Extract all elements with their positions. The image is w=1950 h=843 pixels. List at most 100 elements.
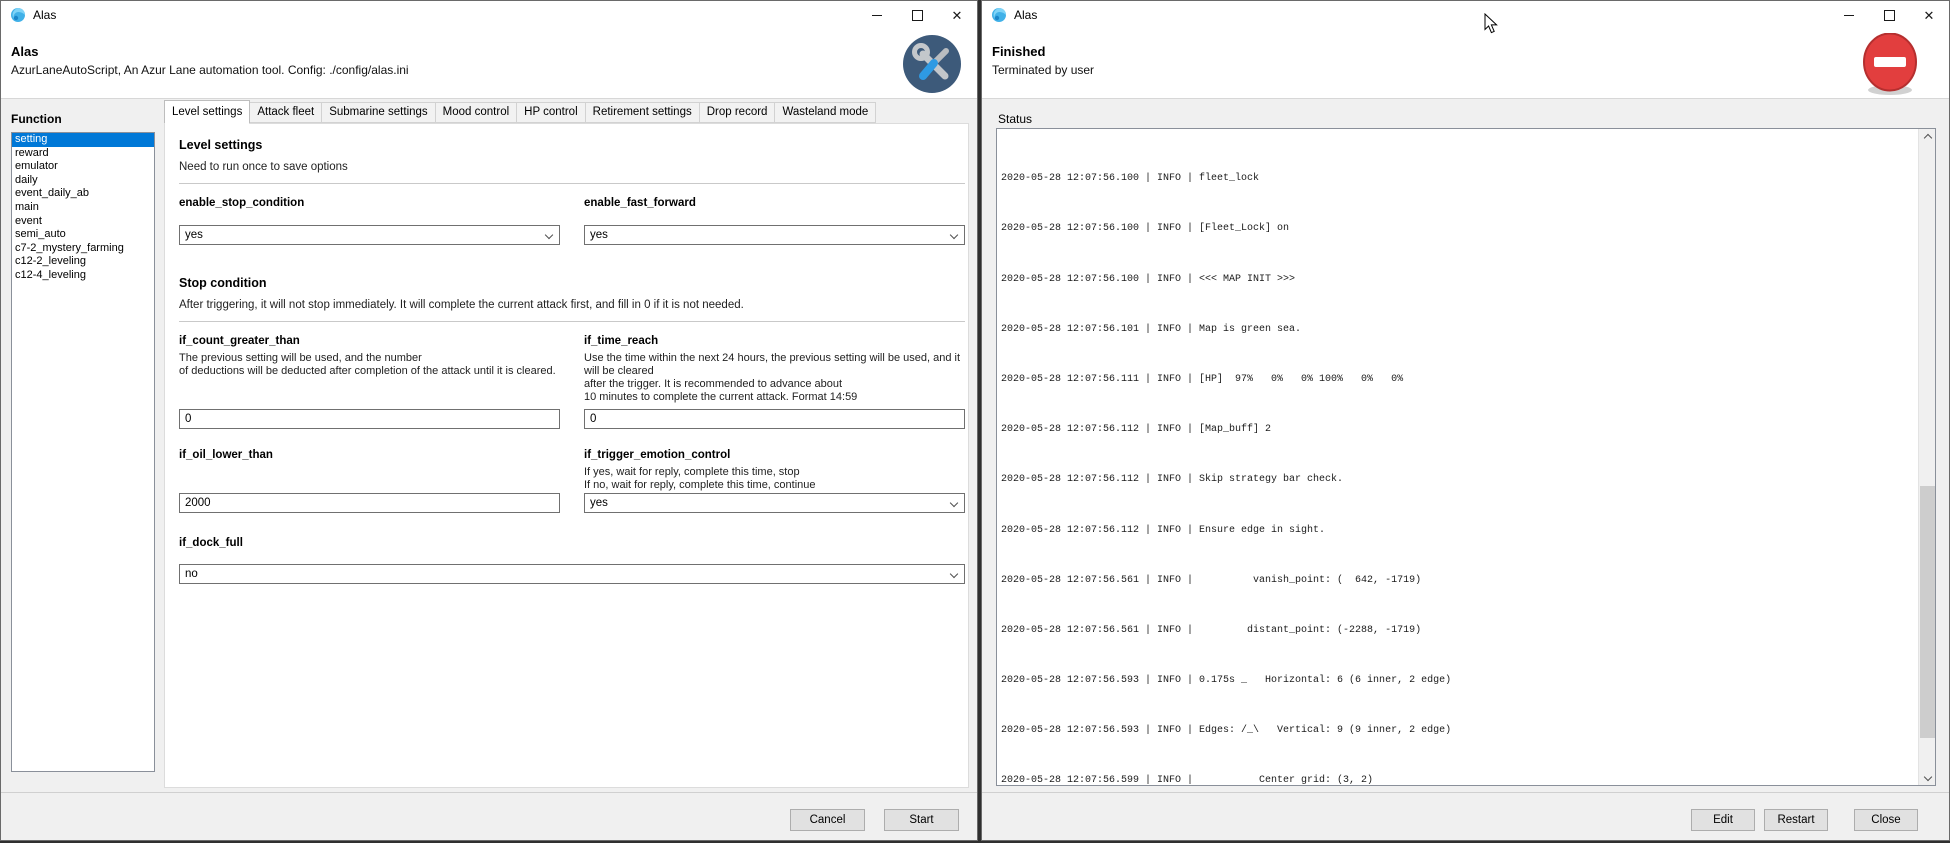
log-line: 2020-05-28 12:07:56.561 | INFO | distant… <box>1001 625 1499 638</box>
sidebar-item[interactable]: event <box>12 215 154 229</box>
chevron-down-icon <box>950 570 958 578</box>
desktop: { "left_window": { "title": "Alas", "hea… <box>0 0 1950 843</box>
sidebar-item[interactable]: c7-2_mystery_farming <box>12 242 154 256</box>
if-dock-full-value: no <box>185 568 198 580</box>
maximize-button[interactable] <box>1869 1 1909 29</box>
footer-separator <box>1 792 977 793</box>
tab[interactable]: Drop record <box>700 102 776 123</box>
sidebar-item[interactable]: c12-4_leveling <box>12 269 154 283</box>
titlebar[interactable]: Alas ✕ <box>982 1 1949 29</box>
close-icon: ✕ <box>952 9 963 22</box>
chevron-down-icon <box>950 231 958 239</box>
tab[interactable]: Attack fleet <box>250 102 322 123</box>
tab[interactable]: Mood control <box>436 102 517 123</box>
log-line: 2020-05-28 12:07:56.112 | INFO | Ensure … <box>1001 525 1499 538</box>
log-line: 2020-05-28 12:07:56.112 | INFO | Skip st… <box>1001 474 1499 487</box>
chevron-up-icon <box>1923 133 1931 141</box>
close-window-button[interactable]: Close <box>1854 809 1918 831</box>
enable-fast-forward-value: yes <box>590 229 608 241</box>
log-line: 2020-05-28 12:07:56.101 | INFO | Map is … <box>1001 324 1499 337</box>
if-trigger-emotion-control-select[interactable]: yes <box>584 493 965 513</box>
log-line: 2020-05-28 12:07:56.100 | INFO | fleet_l… <box>1001 173 1499 186</box>
maximize-icon <box>912 10 923 21</box>
sidebar-item[interactable]: event_daily_ab <box>12 187 154 201</box>
label-if-trigger-emotion-control: if_trigger_emotion_control <box>584 449 965 461</box>
window-alas-run-status: Alas ✕ Finished Terminated by user Statu… <box>981 0 1950 841</box>
help-if-trigger-emotion-control: If yes, wait for reply, complete this ti… <box>584 466 965 493</box>
tab[interactable]: Level settings <box>164 100 250 124</box>
label-if-count-greater-than: if_count_greater_than <box>179 335 560 347</box>
log-line: 2020-05-28 12:07:56.599 | INFO | Center … <box>1001 775 1499 786</box>
maximize-icon <box>1884 10 1895 21</box>
titlebar[interactable]: Alas ✕ <box>1 1 977 29</box>
config-body: Function setting reward emulator daily e… <box>1 99 977 840</box>
if-oil-lower-than-input[interactable]: 2000 <box>179 493 560 513</box>
tab[interactable]: HP control <box>517 102 585 123</box>
close-button[interactable]: ✕ <box>1909 1 1949 29</box>
config-title: Alas <box>11 44 38 59</box>
section-title-stop-condition: Stop condition <box>179 276 965 290</box>
log-output[interactable]: 2020-05-28 12:07:56.100 | INFO | fleet_l… <box>996 128 1936 786</box>
function-listbox[interactable]: setting reward emulator daily event_dail… <box>11 132 155 772</box>
minimize-button[interactable] <box>1829 1 1869 29</box>
label-if-time-reach: if_time_reach <box>584 335 965 347</box>
status-label: Status <box>998 112 1032 126</box>
run-body: Status 2020-05-28 12:07:56.100 | INFO | … <box>982 99 1949 840</box>
if-oil-lower-than-value: 2000 <box>185 497 211 509</box>
scroll-up-button[interactable] <box>1919 129 1936 146</box>
enable-stop-condition-value: yes <box>185 229 203 241</box>
sidebar-item[interactable]: setting <box>12 133 154 147</box>
if-time-reach-input[interactable]: 0 <box>584 409 965 429</box>
function-label: Function <box>11 112 62 126</box>
log-line: 2020-05-28 12:07:56.100 | INFO | <<< MAP… <box>1001 274 1499 287</box>
vertical-scrollbar[interactable] <box>1918 129 1935 785</box>
sidebar-item[interactable]: semi_auto <box>12 228 154 242</box>
window-alas-config: Alas ✕ Alas AzurLaneAutoScript, An Azur … <box>0 0 978 841</box>
log-content: 2020-05-28 12:07:56.100 | INFO | fleet_l… <box>1001 128 1499 786</box>
enable-stop-condition-select[interactable]: yes <box>179 225 560 245</box>
tab[interactable]: Retirement settings <box>586 102 700 123</box>
maximize-button[interactable] <box>897 1 937 29</box>
edit-button[interactable]: Edit <box>1691 809 1755 831</box>
sidebar-item[interactable]: main <box>12 201 154 215</box>
help-if-count-greater-than: The previous setting will be used, and t… <box>179 352 560 409</box>
if-trigger-emotion-control-value: yes <box>590 497 608 509</box>
sidebar-item[interactable]: reward <box>12 147 154 161</box>
start-button[interactable]: Start <box>884 809 959 831</box>
minimize-icon <box>872 15 882 16</box>
log-line: 2020-05-28 12:07:56.561 | INFO | vanish_… <box>1001 575 1499 588</box>
section-divider <box>179 321 965 322</box>
sidebar-item[interactable]: daily <box>12 174 154 188</box>
config-subtitle: AzurLaneAutoScript, An Azur Lane automat… <box>11 63 409 77</box>
label-enable-stop-condition: enable_stop_condition <box>179 197 560 209</box>
restart-button[interactable]: Restart <box>1764 809 1828 831</box>
minimize-icon <box>1844 15 1854 16</box>
chevron-down-icon <box>1923 772 1931 780</box>
window-title: Alas <box>1014 8 1037 22</box>
scrollbar-thumb[interactable] <box>1920 486 1935 738</box>
tab[interactable]: Wasteland mode <box>775 102 876 123</box>
scroll-down-button[interactable] <box>1919 768 1936 785</box>
section-divider <box>179 183 965 184</box>
if-dock-full-select[interactable]: no <box>179 564 965 584</box>
log-line: 2020-05-28 12:07:56.593 | INFO | Edges: … <box>1001 725 1499 738</box>
cancel-button[interactable]: Cancel <box>790 809 865 831</box>
section-subtitle-stop-condition: After triggering, it will not stop immed… <box>179 299 965 311</box>
window-title: Alas <box>33 8 56 22</box>
run-state-title: Finished <box>992 44 1045 59</box>
log-line: 2020-05-28 12:07:56.111 | INFO | [HP] 97… <box>1001 374 1499 387</box>
close-button[interactable]: ✕ <box>937 1 977 29</box>
sidebar-item[interactable]: c12-2_leveling <box>12 255 154 269</box>
if-count-greater-than-input[interactable]: 0 <box>179 409 560 429</box>
sidebar-item[interactable]: emulator <box>12 160 154 174</box>
enable-fast-forward-select[interactable]: yes <box>584 225 965 245</box>
minimize-button[interactable] <box>857 1 897 29</box>
tab[interactable]: Submarine settings <box>322 102 435 123</box>
chevron-down-icon <box>950 499 958 507</box>
label-enable-fast-forward: enable_fast_forward <box>584 197 965 209</box>
alas-app-icon <box>10 7 26 23</box>
run-state-subtitle: Terminated by user <box>992 63 1094 77</box>
tools-badge-icon <box>903 35 961 93</box>
label-if-dock-full: if_dock_full <box>179 537 965 549</box>
tabstrip: Level settings Attack fleet Submarine se… <box>164 100 876 123</box>
